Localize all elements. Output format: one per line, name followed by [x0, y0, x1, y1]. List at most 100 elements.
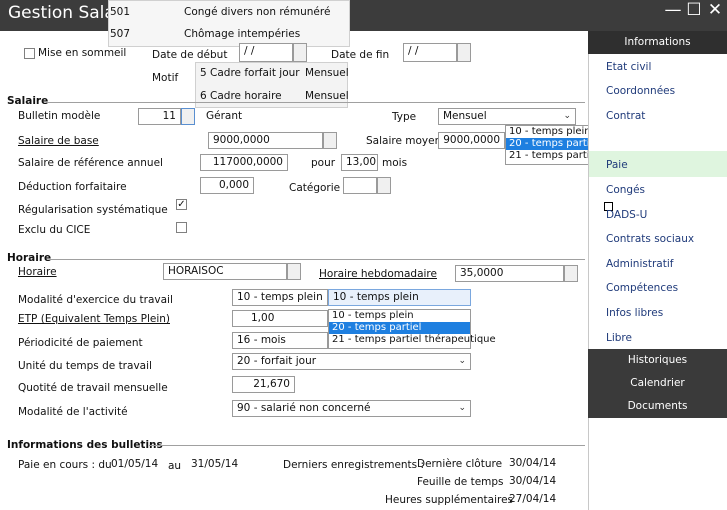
mise-en-sommeil-checkbox[interactable] — [24, 48, 35, 59]
activite-value: 90 - salarié non concerné — [237, 402, 371, 414]
contract-item-type[interactable]: Mensuel — [305, 67, 349, 79]
horaire-hebdo-button[interactable] — [564, 265, 578, 282]
record-label: Feuille de temps — [417, 476, 504, 488]
sidebar-item-contrats-sociaux[interactable]: Contrats sociaux — [606, 233, 694, 245]
motif-label[interactable]: Congé divers non rémunéré — [184, 6, 330, 18]
salaire-base-button[interactable] — [323, 132, 337, 149]
modalite-option-selected[interactable]: 20 - temps partiel — [329, 322, 470, 334]
maximize-icon[interactable]: ☐ — [683, 0, 705, 20]
cice-checkbox[interactable] — [176, 222, 187, 233]
sidebar-historiques-button[interactable]: Historiques — [588, 349, 727, 372]
horaire-hebdo-label[interactable]: Horaire hebdomadaire — [319, 268, 437, 280]
salaire-moyen-input[interactable]: 9000,0000 — [438, 132, 505, 149]
modalite-label: Modalité d'exercice du travail — [18, 294, 173, 306]
paie-en-cours-label: Paie en cours : du — [18, 459, 112, 471]
chevron-down-icon: ⌄ — [458, 356, 466, 366]
section-divider — [49, 259, 585, 260]
bulletin-modele-input[interactable]: 11 — [138, 108, 181, 125]
motif-code[interactable]: 507 — [110, 28, 130, 40]
bulletin-lookup-button[interactable] — [181, 108, 195, 125]
type-value: Mensuel — [443, 110, 487, 122]
bulletin-modele-label: Bulletin modèle — [18, 110, 101, 122]
horaire-button[interactable] — [287, 263, 301, 280]
motif-code[interactable]: 501 — [110, 6, 130, 18]
modalite-select[interactable]: 10 - temps plein — [232, 289, 328, 306]
sidebar-item-paie[interactable]: Paie — [606, 159, 628, 171]
type-label: Type — [392, 111, 417, 123]
categorie-input[interactable] — [343, 177, 377, 194]
paie-au-label: au — [168, 460, 182, 472]
salaire-section-title: Salaire — [7, 95, 49, 107]
record-label: Dernière clôture — [417, 458, 503, 470]
date-fin-calendar-button[interactable] — [457, 43, 471, 62]
salaire-base-label[interactable]: Salaire de base — [18, 135, 99, 147]
sidebar-item-infos-libres[interactable]: Infos libres — [606, 307, 663, 319]
pour-label: pour — [311, 157, 336, 169]
etp-input[interactable]: 1,00 — [232, 310, 328, 327]
minimize-icon[interactable]: — — [662, 0, 684, 20]
date-fin-label: Date de fin — [331, 49, 390, 61]
salaire-moyen-label: Salaire moyen — [366, 135, 442, 147]
categorie-label: Catégorie — [289, 182, 341, 194]
periodicite-select[interactable]: 16 - mois — [232, 332, 328, 349]
categorie-button[interactable] — [377, 177, 391, 194]
bulletins-section-title: Informations des bulletins — [7, 439, 163, 451]
type-select[interactable]: Mensuel ⌄ — [438, 108, 576, 125]
modalite-option[interactable]: 21 - temps partiel thérapeutique — [329, 334, 496, 346]
mois-input[interactable]: 13,00 — [341, 154, 378, 171]
horaire-label[interactable]: Horaire — [18, 266, 57, 278]
cice-label: Exclu du CICE — [18, 224, 91, 236]
modalite-dropdown-selected[interactable]: 10 - temps plein — [328, 289, 471, 306]
sidebar — [588, 31, 727, 510]
bulletin-name: Gérant — [206, 110, 243, 122]
horaire-section-title: Horaire — [7, 252, 52, 264]
sidebar-item-administratif[interactable]: Administratif — [606, 258, 673, 270]
deduction-input[interactable]: 0,000 — [200, 177, 254, 194]
sidebar-item-conges[interactable]: Congés — [606, 184, 645, 196]
unite-select[interactable]: 20 - forfait jour ⌄ — [232, 353, 471, 370]
etp-label[interactable]: ETP (Equivalent Temps Plein) — [18, 313, 170, 325]
sidebar-item-contrat[interactable]: Contrat — [606, 110, 645, 122]
motif-label[interactable]: Chômage intempéries — [184, 28, 300, 40]
horaire-input[interactable]: HORAISOC — [163, 263, 287, 280]
paie-au-value: 31/05/14 — [191, 458, 239, 470]
date-debut-input[interactable]: / / — [239, 43, 293, 62]
activite-select[interactable]: 90 - salarié non concerné ⌄ — [232, 400, 471, 417]
periodicite-label: Périodicité de paiement — [18, 337, 143, 349]
regularisation-label: Régularisation systématique — [18, 204, 168, 216]
mise-en-sommeil-label: Mise en sommeil — [38, 47, 127, 59]
horaire-hebdo-input[interactable]: 35,0000 — [455, 265, 564, 282]
contract-item-label[interactable]: 5 Cadre forfait jour — [200, 67, 300, 79]
sidebar-item-libre[interactable]: Libre — [606, 332, 632, 344]
record-value: 30/04/14 — [509, 457, 557, 469]
record-value: 30/04/14 — [509, 475, 557, 487]
unite-value: 20 - forfait jour — [237, 355, 317, 367]
sidebar-calendrier-button[interactable]: Calendrier — [588, 372, 727, 395]
sidebar-item-coordonnees[interactable]: Coordonnées — [606, 85, 675, 97]
salaire-base-input[interactable]: 9000,0000 — [208, 132, 323, 149]
motif-label-field: Motif — [152, 72, 179, 84]
chevron-down-icon: ⌄ — [563, 111, 571, 121]
sidebar-item-competences[interactable]: Compétences — [606, 282, 678, 294]
date-debut-label: Date de début — [152, 49, 228, 61]
quotite-input[interactable]: 21,670 — [232, 376, 295, 393]
paie-du-value: 01/05/14 — [111, 458, 159, 470]
date-fin-input[interactable]: / / — [403, 43, 457, 62]
quotite-label: Quotité de travail mensuelle — [18, 382, 168, 394]
regularisation-checkbox[interactable]: ✓ — [176, 199, 187, 210]
contract-item-type[interactable]: Mensuel — [305, 90, 349, 102]
date-debut-calendar-button[interactable] — [293, 43, 307, 62]
sidebar-documents-button[interactable]: Documents — [588, 395, 727, 418]
modalite-option[interactable]: 10 - temps plein — [329, 310, 470, 322]
mois-label: mois — [382, 157, 408, 169]
unite-label: Unité du temps de travail — [18, 360, 152, 372]
sidebar-header: Informations — [588, 31, 727, 54]
deduction-label: Déduction forfaitaire — [18, 181, 127, 193]
modalite-dropdown-list: 10 - temps plein 20 - temps partiel 21 -… — [328, 309, 496, 349]
sidebar-item-etat-civil[interactable]: Etat civil — [606, 61, 651, 73]
close-icon[interactable]: ✕ — [704, 0, 726, 20]
salaire-reference-input[interactable]: 117000,0000 — [200, 154, 288, 171]
derniers-label: Derniers enregistrements : — [283, 459, 425, 471]
sidebar-item-dads-u[interactable]: DADS-U — [606, 209, 647, 221]
contract-item-label[interactable]: 6 Cadre horaire — [200, 90, 282, 102]
